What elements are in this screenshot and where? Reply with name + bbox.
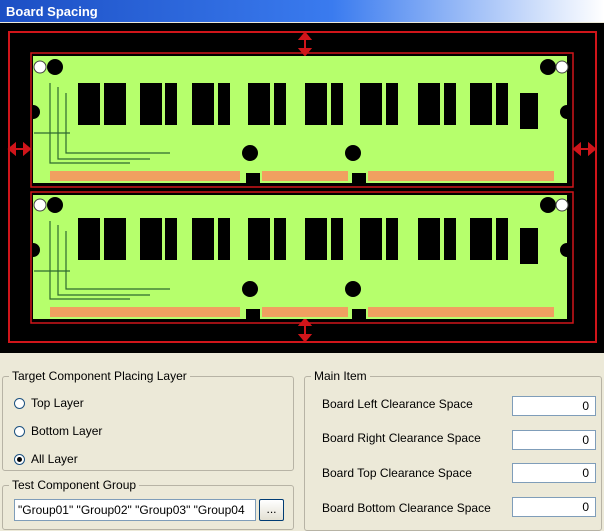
top-clearance-input[interactable]: 0 — [512, 463, 596, 483]
radio-top-layer-label: Top Layer — [31, 396, 84, 410]
title-bar: Board Spacing — [0, 0, 604, 22]
left-clearance-input[interactable]: 0 — [512, 396, 596, 416]
radio-top-layer[interactable]: Top Layer — [14, 396, 84, 410]
right-clearance-label: Board Right Clearance Space — [322, 431, 481, 445]
radio-all-layer[interactable]: All Layer — [14, 452, 78, 466]
radio-bottom-layer[interactable]: Bottom Layer — [14, 424, 102, 438]
test-group-input[interactable]: "Group01" "Group02" "Group03" "Group04 — [14, 499, 256, 521]
board-preview — [0, 23, 604, 353]
bottom-clearance-input[interactable]: 0 — [512, 497, 596, 517]
left-clearance-label: Board Left Clearance Space — [322, 397, 473, 411]
browse-button[interactable]: ... — [259, 499, 284, 521]
radio-all-layer-label: All Layer — [31, 452, 78, 466]
radio-top-layer-indicator[interactable] — [14, 397, 25, 409]
right-clearance-input[interactable]: 0 — [512, 430, 596, 450]
test-group-legend: Test Component Group — [12, 478, 137, 492]
window-title: Board Spacing — [6, 4, 98, 19]
target-layer-legend: Target Component Placing Layer — [12, 369, 187, 383]
top-clearance-label: Board Top Clearance Space — [322, 466, 472, 480]
board-preview-canvas — [0, 23, 604, 353]
settings-panel: Target Component Placing Layer Top Layer… — [0, 353, 604, 531]
pcb-board-top — [33, 56, 569, 183]
pcb-board-bottom — [33, 195, 569, 319]
radio-all-layer-indicator[interactable] — [14, 453, 25, 465]
bottom-clearance-label: Board Bottom Clearance Space — [322, 501, 491, 515]
radio-bottom-layer-indicator[interactable] — [14, 425, 25, 437]
radio-bottom-layer-label: Bottom Layer — [31, 424, 103, 438]
main-item-legend: Main Item — [314, 369, 367, 383]
